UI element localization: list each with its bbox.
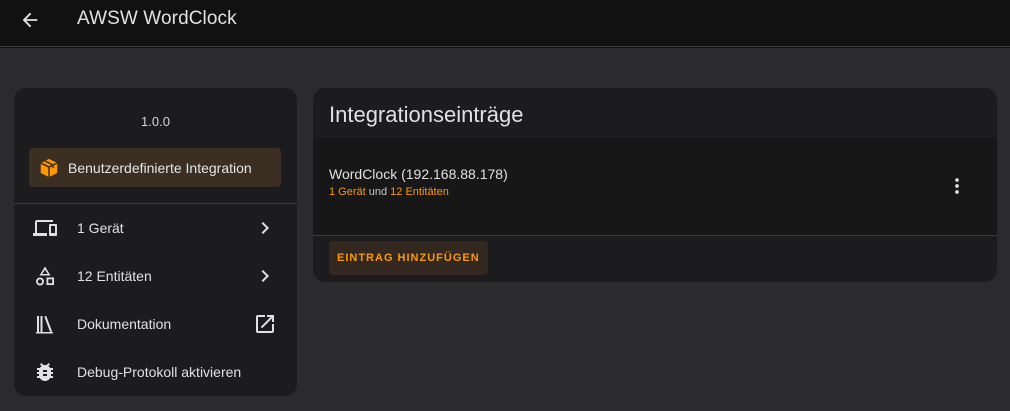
entry-name: WordClock (192.168.88.178)	[329, 166, 508, 182]
entities-link[interactable]: 12 Entitäten	[390, 186, 449, 198]
conjunction-text: und	[368, 186, 388, 198]
arrow-left-icon	[22, 12, 38, 28]
sidebar-item-entities[interactable]: 12 Entitäten	[14, 252, 297, 300]
integration-entries-card: Integrationseinträge WordClock (192.168.…	[313, 88, 997, 282]
chevron-right-icon	[261, 222, 269, 234]
card-title: Integrationseinträge	[329, 102, 524, 127]
devices-icon	[33, 220, 57, 236]
sidebar-item-devices[interactable]: 1 Gerät	[14, 204, 297, 252]
sidebar-item-label: 1 Gerät	[77, 220, 124, 236]
sidebar-item-debug-logging[interactable]: Debug-Protokoll aktivieren	[14, 348, 297, 396]
custom-integration-badge: Benutzerdefinierte Integration	[29, 148, 281, 187]
chevron-right-icon	[261, 270, 269, 282]
custom-integration-label: Benutzerdefinierte Integration	[68, 159, 252, 176]
sidebar-item-label: Dokumentation	[77, 316, 172, 332]
version-text: 1.0.0	[141, 114, 170, 129]
page-title: AWSW WordClock	[77, 8, 237, 29]
package-icon	[40, 158, 58, 177]
add-entry-button[interactable]: EINTRAG HINZUFÜGEN	[329, 241, 488, 275]
bug-icon	[37, 363, 53, 381]
dots-vertical-icon	[955, 178, 959, 194]
integration-info-card: 1.0.0 Benutzerdefinierte Integration 1 G…	[14, 88, 297, 396]
sidebar-item-label: Debug-Protokoll aktivieren	[77, 364, 242, 380]
sidebar-item-label: 12 Entitäten	[77, 268, 152, 284]
entry-menu-button[interactable]	[941, 170, 973, 202]
top-app-bar: AWSW WordClock	[0, 0, 1010, 47]
back-button[interactable]	[14, 4, 46, 36]
entry-summary: 1 Gerät und 12 Entitäten	[329, 186, 449, 198]
devices-link[interactable]: 1 Gerät	[329, 186, 366, 198]
sidebar-item-documentation[interactable]: Dokumentation	[14, 300, 297, 348]
bookshelf-icon	[36, 315, 53, 334]
open-in-new-icon	[256, 315, 274, 333]
shapes-icon	[36, 266, 54, 286]
config-entry-row[interactable]: WordClock (192.168.88.178) 1 Gerät und 1…	[313, 138, 997, 235]
divider	[313, 235, 997, 236]
